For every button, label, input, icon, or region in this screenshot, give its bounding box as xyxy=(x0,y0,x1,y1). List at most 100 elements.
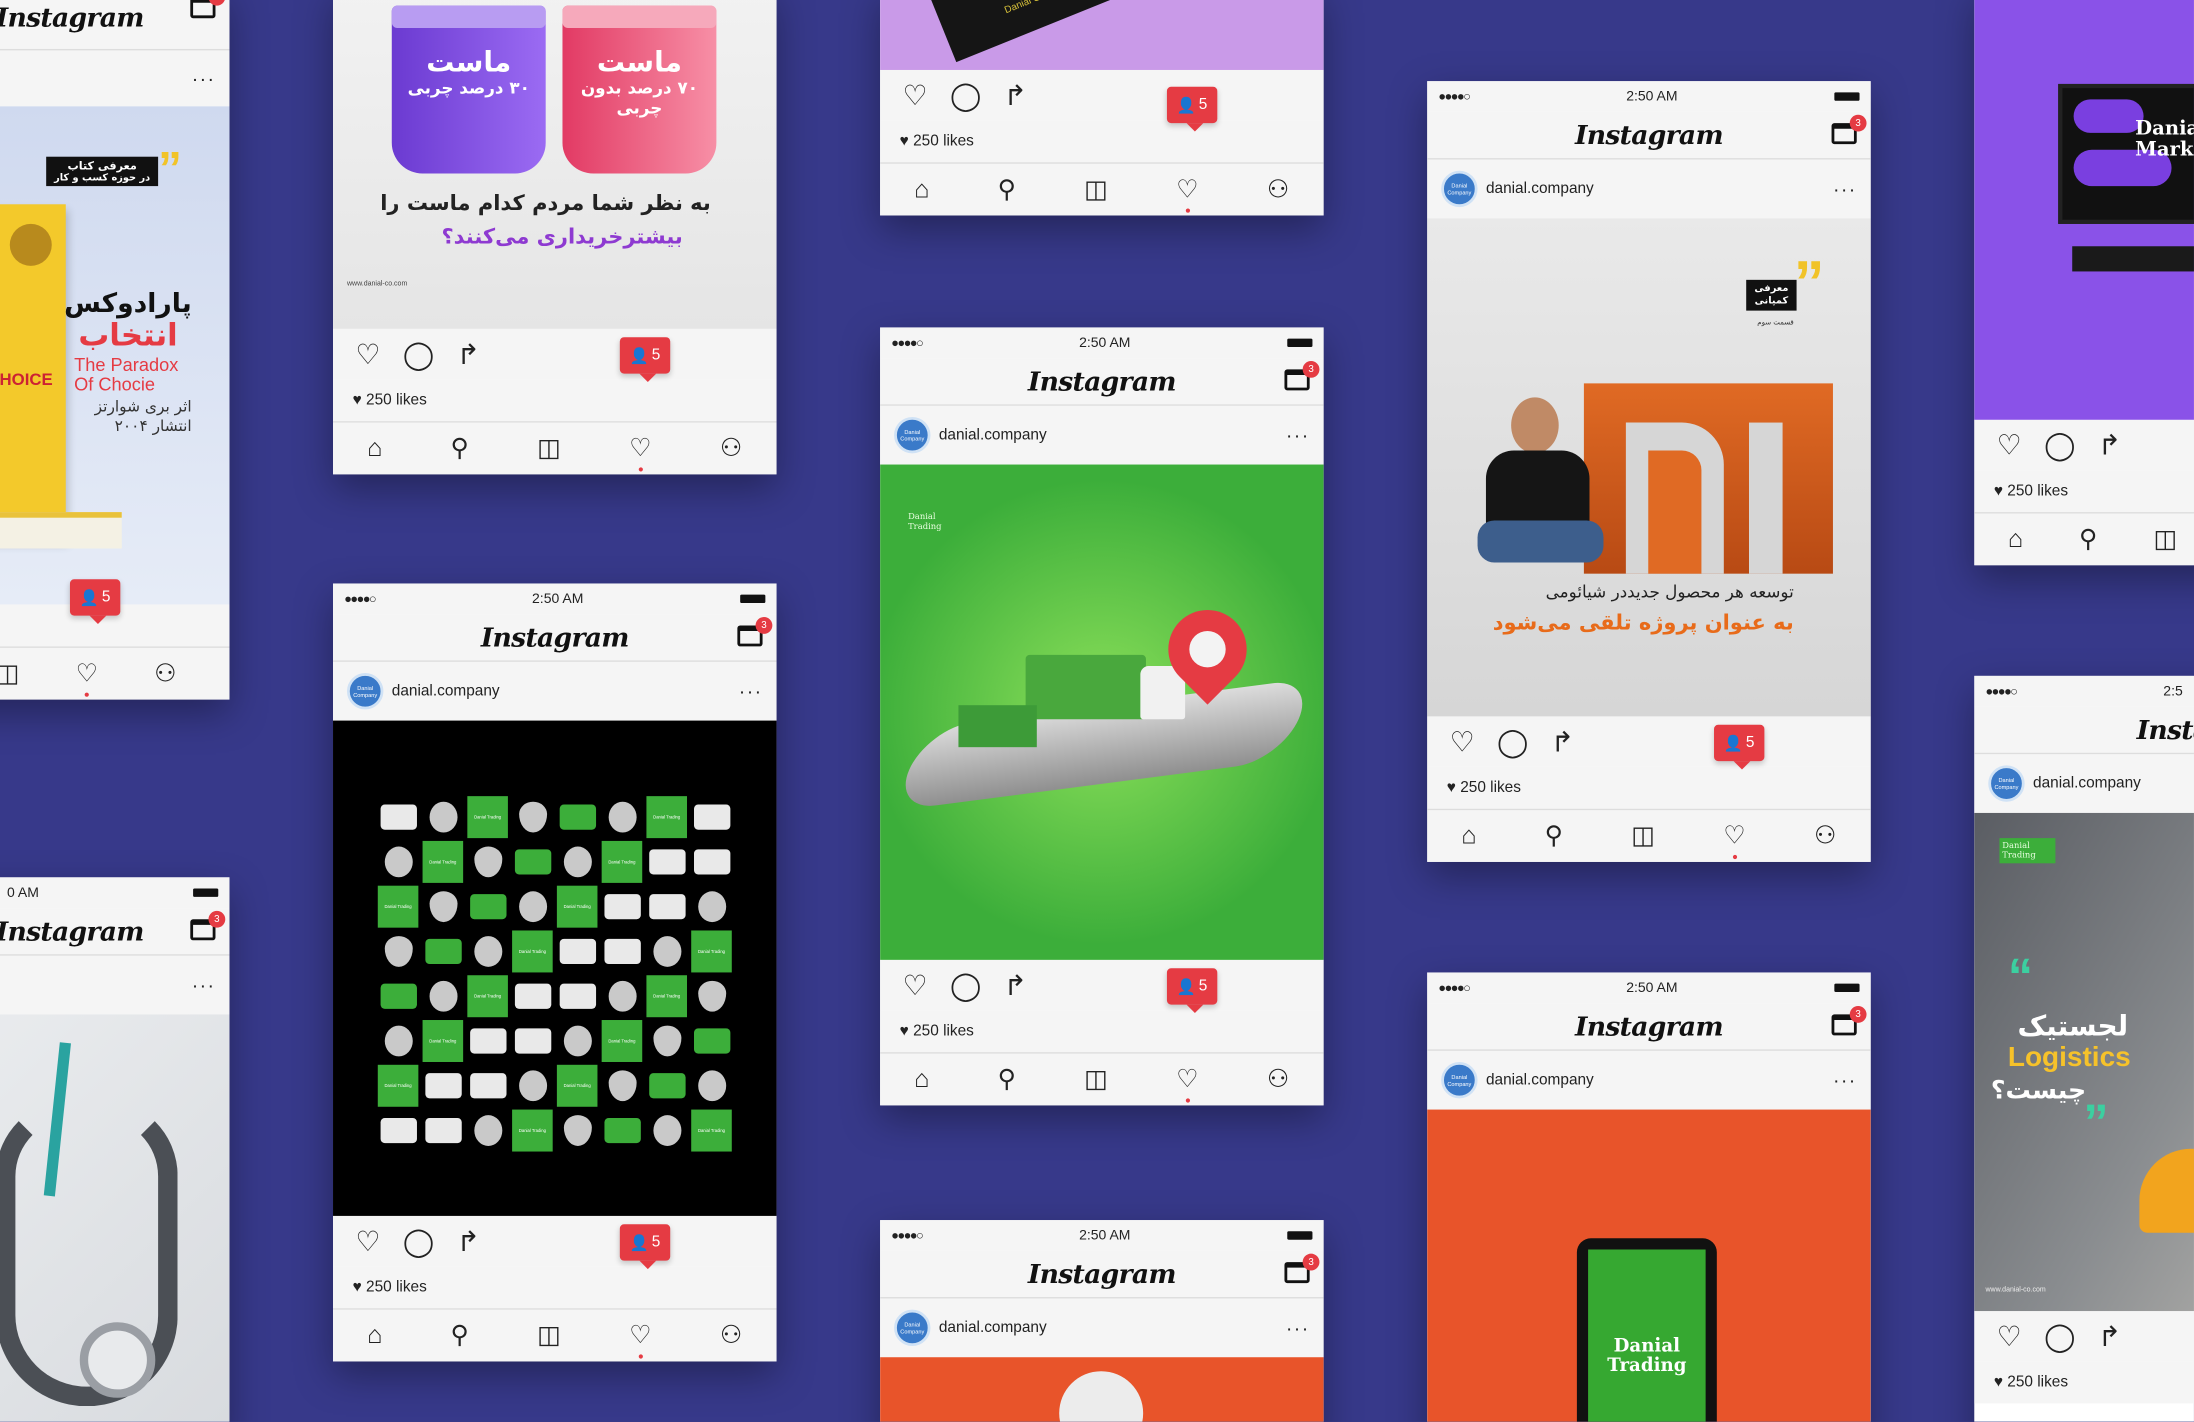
heart-icon[interactable]: ♡ xyxy=(902,968,927,1003)
pattern-brand-tile: Danial Trading xyxy=(467,975,508,1018)
inbox-icon[interactable]: 3 xyxy=(737,617,773,647)
search-icon[interactable]: ⚲ xyxy=(2079,525,2097,554)
more-options-icon[interactable]: ··· xyxy=(192,67,216,89)
heart-icon[interactable]: ♡ xyxy=(1450,724,1475,759)
post-image-logistics[interactable]: Danial Trading “ لجستیک Logistics چیست؟ … xyxy=(1974,812,2194,1312)
comment-icon[interactable]: ◯ xyxy=(403,337,434,372)
avatar[interactable]: Danial Company xyxy=(1441,1061,1478,1099)
search-icon[interactable]: ⚲ xyxy=(998,175,1016,204)
profile-icon[interactable]: ⚇ xyxy=(720,434,743,463)
username[interactable]: danial.company xyxy=(2033,775,2141,792)
heart-icon[interactable]: ♡ xyxy=(355,337,380,372)
post-image-medical[interactable] xyxy=(0,1014,230,1422)
heart-nav-icon[interactable]: ♡ xyxy=(629,1321,652,1350)
comment-icon[interactable]: ◯ xyxy=(2044,427,2075,462)
camera-icon[interactable]: ◫ xyxy=(1631,821,1655,850)
home-icon[interactable]: ⌂ xyxy=(1461,821,1476,850)
notification-bubble: 👤 5 xyxy=(1166,86,1218,132)
search-icon[interactable]: ⚲ xyxy=(998,1065,1016,1094)
post-image-xiaomi[interactable]: معرفی کمپانی قسمت سوم ” توسعه هر محصول جد… xyxy=(1427,218,1871,717)
post-image-orange-partial[interactable] xyxy=(880,1357,1324,1422)
share-icon[interactable]: ↱ xyxy=(1004,968,1027,1003)
post-image-book[interactable]: CHOICE معرفی کتابدر حوزه کسب و کار ” پار… xyxy=(0,106,230,605)
home-icon[interactable]: ⌂ xyxy=(367,1321,382,1350)
comment-icon[interactable]: ◯ xyxy=(950,968,981,1003)
truck-icon xyxy=(557,930,598,972)
more-options-icon[interactable]: ··· xyxy=(1286,424,1310,446)
bottom-nav: ⌂ ⚲ ◫ ♡ ⚇ xyxy=(880,162,1324,216)
heart-nav-icon[interactable]: ♡ xyxy=(1176,175,1199,204)
heart-icon[interactable]: ♡ xyxy=(902,78,927,113)
inbox-icon[interactable]: 3 xyxy=(1284,360,1320,391)
profile-icon[interactable]: ⚇ xyxy=(1267,175,1290,204)
home-icon[interactable]: ⌂ xyxy=(367,434,382,463)
profile-icon[interactable]: ⚇ xyxy=(720,1321,743,1350)
camera-icon[interactable]: ◫ xyxy=(1084,1065,1108,1094)
home-icon[interactable]: ⌂ xyxy=(914,1065,929,1094)
logistics-en-title: Logistics xyxy=(2007,1042,2131,1074)
post-image-yogurt[interactable]: ماست ۳۰ درصد چربی ماست ۷۰ درصد بدون چربی… xyxy=(333,0,777,329)
share-icon[interactable]: ↱ xyxy=(2098,1319,2121,1354)
more-options-icon[interactable]: ··· xyxy=(1286,1317,1310,1339)
post-image-green[interactable]: Danial Trading xyxy=(880,464,1324,960)
camera-icon[interactable]: ◫ xyxy=(537,1321,561,1350)
inbox-icon[interactable]: 3 xyxy=(190,0,226,19)
post-header: Danial Company danial.company ··· xyxy=(880,405,1324,465)
username[interactable]: danial.company xyxy=(1486,180,1594,197)
camera-icon[interactable]: ◫ xyxy=(1084,175,1108,204)
avatar[interactable]: Danial Company xyxy=(894,1309,931,1347)
share-icon[interactable]: ↱ xyxy=(2098,427,2121,462)
bottom-nav: ⌂ ⚲ ◫ ♡ ⚇ xyxy=(1427,808,1871,862)
inbox-icon[interactable]: 3 xyxy=(190,910,226,941)
post-image-marketing[interactable]: DanialMarke xyxy=(1974,0,2194,420)
heart-nav-icon[interactable]: ♡ xyxy=(1176,1065,1199,1094)
profile-icon[interactable]: ⚇ xyxy=(1814,821,1837,850)
avatar[interactable]: Danial Company xyxy=(1441,170,1478,208)
avatar[interactable]: Danial Company xyxy=(1988,765,2025,802)
comment-icon[interactable]: ◯ xyxy=(2044,1319,2075,1354)
brand-text: Danial Trading xyxy=(1607,1336,1687,1377)
post-image-orange[interactable]: Danial Trading xyxy=(1427,1109,1871,1422)
username[interactable]: danial.company xyxy=(939,427,1047,444)
share-icon[interactable]: ↱ xyxy=(457,337,480,372)
avatar[interactable]: Danial Company xyxy=(894,416,931,454)
username[interactable]: danial.company xyxy=(1486,1072,1594,1089)
more-options-icon[interactable]: ··· xyxy=(1833,178,1857,200)
comment-icon[interactable]: ◯ xyxy=(950,78,981,113)
home-icon[interactable]: ⌂ xyxy=(914,175,929,204)
inbox-icon[interactable]: 3 xyxy=(1831,114,1867,145)
more-options-icon[interactable]: ··· xyxy=(192,974,216,996)
search-icon[interactable]: ⚲ xyxy=(1545,821,1563,850)
avatar[interactable]: Danial Company xyxy=(347,673,384,710)
heart-nav-icon[interactable]: ♡ xyxy=(76,659,99,688)
share-icon[interactable]: ↱ xyxy=(1004,78,1027,113)
brand-text: Danial Trading xyxy=(1999,838,2056,864)
likes-row: ♥ 250 likes 👤 5 xyxy=(333,1224,777,1309)
comment-icon[interactable]: ◯ xyxy=(1497,724,1528,759)
camera-icon[interactable]: ◫ xyxy=(0,659,20,688)
inbox-icon[interactable]: 3 xyxy=(1284,1253,1320,1284)
inbox-icon[interactable]: 3 xyxy=(1831,1006,1867,1036)
post-image-pattern[interactable]: Danial Trading Danial Trading Danial Tradi… xyxy=(333,720,777,1216)
username[interactable]: danial.company xyxy=(392,683,500,700)
heart-icon[interactable]: ♡ xyxy=(1997,427,2022,462)
heart-icon[interactable]: ♡ xyxy=(355,1224,380,1259)
profile-icon[interactable]: ⚇ xyxy=(154,659,177,688)
search-icon[interactable]: ⚲ xyxy=(450,1321,468,1350)
share-icon[interactable]: ↱ xyxy=(457,1224,480,1259)
camera-icon[interactable]: ◫ xyxy=(537,434,561,463)
post-image-business-card[interactable]: Danial Coorporation xyxy=(880,0,1324,70)
home-icon[interactable]: ⌂ xyxy=(2008,525,2023,554)
share-icon[interactable]: ↱ xyxy=(1551,724,1574,759)
heart-nav-icon[interactable]: ♡ xyxy=(1723,821,1746,850)
search-icon[interactable]: ⚲ xyxy=(450,434,468,463)
profile-icon[interactable]: ⚇ xyxy=(1267,1065,1290,1094)
camera-icon[interactable]: ◫ xyxy=(2153,525,2177,554)
book-title-2: انتخاب xyxy=(78,319,178,354)
more-options-icon[interactable]: ··· xyxy=(739,680,763,702)
username[interactable]: danial.company xyxy=(939,1319,1047,1336)
comment-icon[interactable]: ◯ xyxy=(403,1224,434,1259)
heart-icon[interactable]: ♡ xyxy=(1997,1319,2022,1354)
heart-nav-icon[interactable]: ♡ xyxy=(629,434,652,463)
more-options-icon[interactable]: ··· xyxy=(1833,1069,1857,1091)
